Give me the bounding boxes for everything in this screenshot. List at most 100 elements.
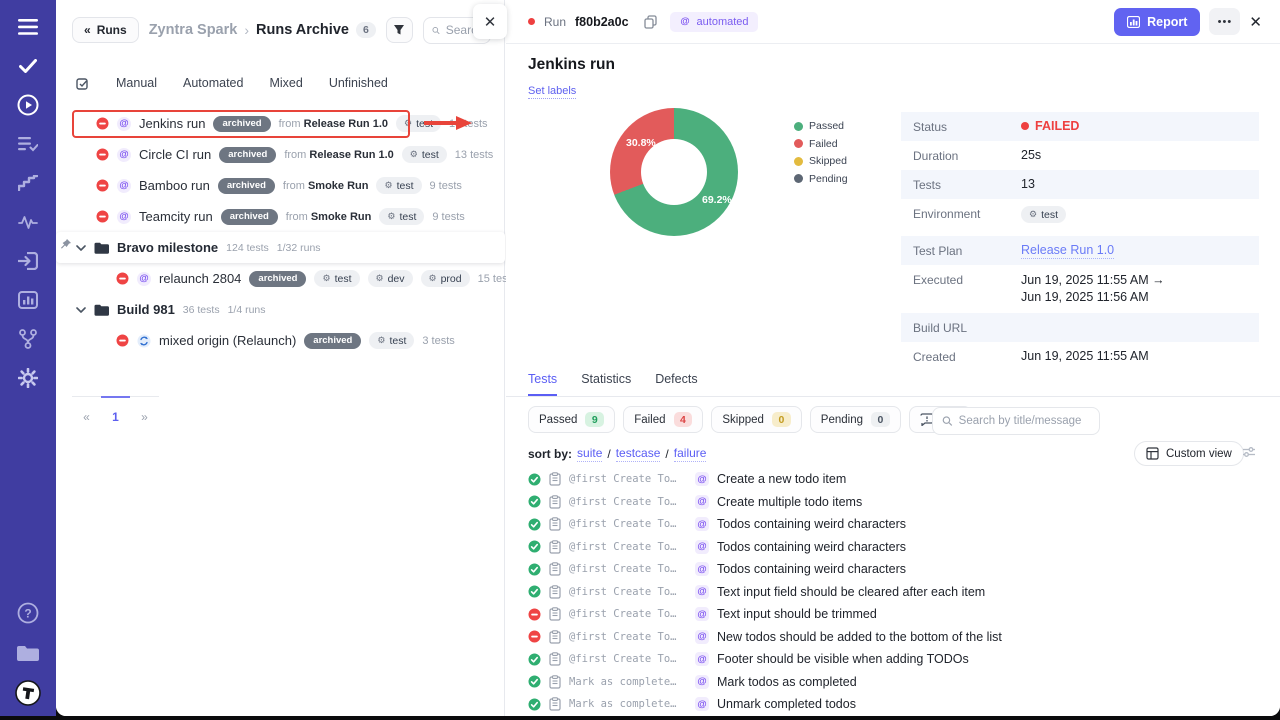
view-settings-sliders-icon[interactable]	[1242, 445, 1256, 463]
detail-row-build-url: Build URL	[901, 313, 1259, 342]
test-row[interactable]: @first Create To…@New todos should be ad…	[506, 626, 1254, 649]
test-row[interactable]: @first Create To…@Todos containing weird…	[506, 536, 1254, 559]
run-list-item[interactable]: @Circle CI runarchivedfrom Release Run 1…	[56, 139, 505, 170]
sidebar-steps-icon[interactable]	[15, 170, 41, 196]
automated-badge[interactable]: @ automated	[670, 12, 758, 32]
run-id: f80b2a0c	[575, 15, 629, 29]
chip-count: 4	[674, 412, 693, 427]
automated-test-icon: @	[695, 472, 709, 486]
overlay-close-button[interactable]: ✕	[473, 4, 507, 39]
sidebar-analytics-icon[interactable]	[15, 287, 41, 313]
sidebar-logo-t-icon[interactable]	[15, 680, 41, 706]
sidebar-help-icon[interactable]: ?	[15, 600, 41, 626]
test-title: Create a new todo item	[717, 472, 846, 486]
test-row[interactable]: Mark as complete…@Mark todos as complete…	[506, 671, 1254, 694]
filter-chip-failed[interactable]: Failed 4	[623, 406, 703, 433]
run-list-item[interactable]: @Bamboo runarchivedfrom Smoke Run⚙test9 …	[56, 170, 505, 201]
close-panel-button[interactable]: ✕	[1249, 13, 1262, 31]
env-tag-test[interactable]: ⚙test	[376, 177, 421, 194]
run-list-item[interactable]: @Jenkins runarchivedfrom Release Run 1.0…	[56, 108, 505, 139]
filter-chip-pending[interactable]: Pending0	[810, 406, 901, 433]
tab-manual[interactable]: Manual	[116, 76, 157, 90]
chevron-down-icon[interactable]	[76, 307, 86, 313]
test-row[interactable]: @first Create To…@Todos containing weird…	[506, 558, 1254, 581]
sidebar-menu-icon[interactable]	[15, 14, 41, 40]
group-name: Build 981	[117, 302, 175, 317]
run-list-item[interactable]: @relaunch 2804archived⚙test⚙dev⚙prod15 t…	[56, 263, 505, 294]
test-row[interactable]: @first Create To…@Create multiple todo i…	[506, 491, 1254, 514]
test-row[interactable]: @first Create To…@Create a new todo item	[506, 468, 1254, 491]
sidebar-branch-icon[interactable]	[15, 326, 41, 352]
automated-test-icon: @	[695, 562, 709, 576]
sort-link-suite[interactable]: suite	[577, 446, 602, 462]
filter-button[interactable]	[386, 17, 413, 43]
test-row[interactable]: @first Create To…@Text input field shoul…	[506, 581, 1254, 604]
chevron-down-icon[interactable]	[76, 245, 86, 251]
sort-link-testcase[interactable]: testcase	[616, 446, 661, 462]
sort-link-failure[interactable]: failure	[674, 446, 707, 462]
env-tag-test[interactable]: ⚙test	[1021, 206, 1066, 223]
legend-dot	[794, 122, 803, 131]
test-row[interactable]: Mark as complete…@Unmark completed todos	[506, 693, 1254, 716]
sidebar-import-icon[interactable]	[15, 248, 41, 274]
run-tests-count: 3 tests	[422, 335, 454, 347]
env-tag-test[interactable]: ⚙test	[379, 208, 424, 225]
env-tag-test[interactable]: ⚙test	[314, 270, 359, 287]
run-list-item[interactable]: @Teamcity runarchivedfrom Smoke Run⚙test…	[56, 201, 505, 232]
detail-value: Jun 19, 2025 11:55 AM	[1021, 349, 1149, 363]
milestone-group-row[interactable]: Bravo milestone124 tests1/32 runs	[56, 232, 505, 263]
sidebar-list-check-icon[interactable]	[15, 131, 41, 157]
tab-automated[interactable]: Automated	[183, 76, 243, 90]
tests-search-input[interactable]	[959, 415, 1090, 427]
env-tag-dev[interactable]: ⚙dev	[368, 270, 413, 287]
pin-icon	[60, 237, 72, 255]
pagination-page-1[interactable]: 1	[101, 396, 130, 424]
clipboard-icon	[549, 495, 561, 509]
detail-label: Environment	[913, 206, 1021, 221]
tests-search-box[interactable]	[932, 407, 1100, 435]
tab-tests[interactable]: Tests	[528, 372, 557, 396]
tab-defects[interactable]: Defects	[655, 372, 697, 396]
sidebar-folder-icon[interactable]	[15, 640, 41, 666]
sidebar-gear-icon[interactable]	[15, 365, 41, 391]
legend-item-passed: Passed	[794, 120, 848, 132]
pagination-prev[interactable]: «	[72, 396, 101, 424]
test-row[interactable]: @first Create To…@Footer should be visib…	[506, 648, 1254, 671]
sidebar-play-circle-icon[interactable]	[15, 92, 41, 118]
tab-unfinished[interactable]: Unfinished	[329, 76, 388, 90]
select-all-icon[interactable]	[76, 76, 90, 90]
filter-chip-skipped[interactable]: Skipped0	[711, 406, 801, 433]
test-passed-status-icon	[528, 473, 541, 486]
set-labels-link[interactable]: Set labels	[528, 85, 576, 99]
custom-view-button[interactable]: Custom view	[1134, 441, 1244, 466]
test-suite: @first Create To…	[569, 631, 687, 643]
milestone-group-row[interactable]: Build 98136 tests1/4 runs	[56, 294, 505, 325]
sidebar-check-icon[interactable]	[15, 53, 41, 79]
report-button[interactable]: Report	[1114, 8, 1200, 36]
detail-value: 25s	[1021, 148, 1041, 162]
env-tag-test[interactable]: ⚙test	[396, 115, 441, 132]
tab-mixed[interactable]: Mixed	[269, 76, 302, 90]
copy-run-id-button[interactable]	[644, 15, 657, 29]
env-tag-test[interactable]: ⚙test	[402, 146, 447, 163]
back-to-runs-button[interactable]: « Runs	[72, 17, 139, 43]
tab-statistics[interactable]: Statistics	[581, 372, 631, 396]
pagination-next[interactable]: »	[130, 396, 159, 424]
test-row[interactable]: @first Create To…@Todos containing weird…	[506, 513, 1254, 536]
env-tag-test[interactable]: ⚙test	[369, 332, 414, 349]
failed-percent-label: 30.8%	[626, 137, 656, 149]
filter-chip-passed[interactable]: Passed9	[528, 406, 615, 433]
sidebar-pulse-icon[interactable]	[15, 209, 41, 235]
run-list-item[interactable]: mixed origin (Relaunch)archived⚙test3 te…	[56, 325, 505, 356]
test-row[interactable]: @first Create To…@Text input should be t…	[506, 603, 1254, 626]
svg-text:?: ?	[24, 607, 31, 621]
more-actions-button[interactable]: •••	[1209, 8, 1240, 35]
test-plan-link[interactable]: Release Run 1.0	[1021, 243, 1114, 259]
breadcrumb-project[interactable]: Zyntra Spark	[149, 22, 238, 38]
test-suite: @first Create To…	[569, 608, 687, 620]
test-title: Create multiple todo items	[717, 495, 862, 509]
chip-label: Failed	[634, 414, 665, 426]
test-passed-status-icon	[528, 698, 541, 711]
env-tag-prod[interactable]: ⚙prod	[421, 270, 470, 287]
run-failed-status-icon	[116, 334, 129, 347]
